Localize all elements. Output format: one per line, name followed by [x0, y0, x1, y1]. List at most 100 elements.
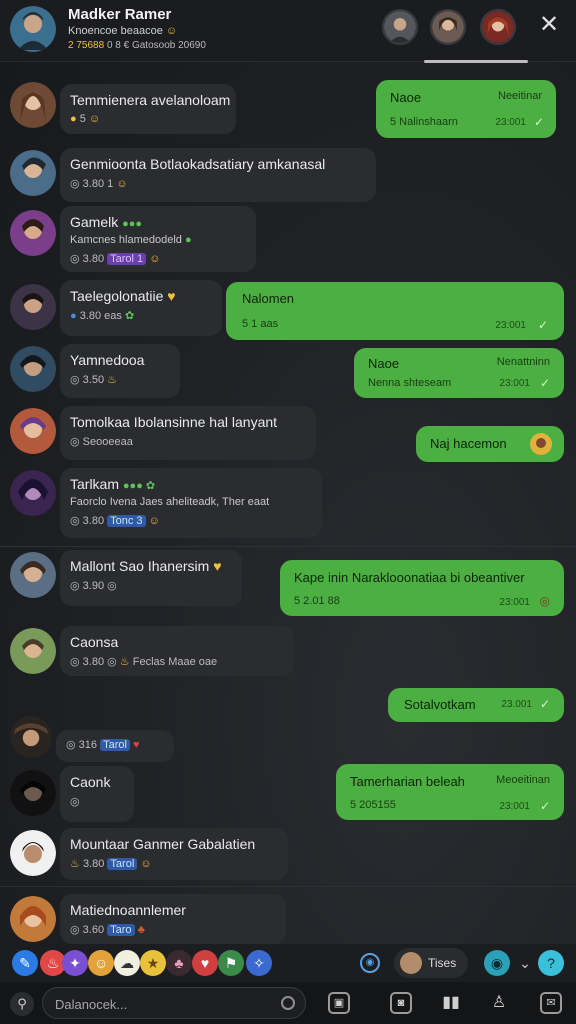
avatar[interactable] [10, 896, 56, 942]
avatar[interactable] [10, 284, 56, 330]
participant-avatar[interactable] [382, 9, 418, 45]
user-pill-label: Tises [428, 956, 457, 970]
chat-subtitle: Knoencoe beaacoe ☺ [68, 25, 178, 37]
message-bubble[interactable]: Caonk ◎ [60, 766, 134, 822]
message-bubble[interactable]: Taelegolonatiie ♥ ● 3.80 eas ✿ [60, 280, 222, 336]
message-meta: ◎ 3.50 ♨ [70, 374, 118, 386]
message-time: 23:001 [499, 597, 530, 608]
avatar[interactable] [10, 770, 56, 816]
emoji-toggle-icon[interactable] [281, 996, 295, 1010]
outgoing-message-bubble[interactable]: Nalomen 5 1 aas 23:001 ✓ [226, 282, 564, 340]
character-icon[interactable]: ♣ [166, 950, 192, 976]
avatar[interactable] [10, 150, 56, 196]
sender-name: Neeitinar [497, 90, 542, 102]
smile-icon[interactable]: ☺ [88, 950, 114, 976]
message-meta: ♨ 3.80 Tarol ☺ [70, 858, 152, 870]
active-tab-indicator [424, 60, 528, 63]
group-avatar[interactable] [10, 6, 56, 52]
avatar[interactable] [10, 830, 56, 876]
message-bubble[interactable]: Tarlkam ●●● ✿ Faorclo Ivena Jaes ahelite… [60, 468, 322, 538]
camera-icon[interactable]: ◉ [360, 953, 380, 973]
sparkle-icon[interactable]: ✧ [246, 950, 272, 976]
cloud-icon[interactable]: ☁ [114, 950, 140, 976]
flag-icon[interactable]: ⚑ [218, 950, 244, 976]
badge-icon[interactable]: ✦ [62, 950, 88, 976]
message-text: Tomolkaa Ibolansinne hal lanyant [70, 414, 278, 430]
help-icon[interactable]: ? [538, 950, 564, 976]
message-bubble[interactable]: Caonsa ◎ 3.80 ◎ ♨ Feclas Maae oae [60, 626, 294, 676]
outgoing-message-bubble[interactable]: Naoe Neeitinar 5 Nalinshaarn 23:001 ✓ [376, 80, 556, 138]
message-text: Temmienera avelanoloam [70, 92, 231, 108]
outgoing-message-bubble[interactable]: Sotalvotkam 23.001 ✓ [388, 688, 564, 722]
sticker-icon[interactable]: ◙ [390, 992, 412, 1014]
message-text: Gamelk ●●● [70, 214, 143, 230]
message-meta: ◎ 3.80 Tarol 1 ☺ [70, 253, 161, 265]
profile-icon[interactable]: ♙ [488, 992, 510, 1014]
chat-header: Madker Ramer Knoencoe beaacoe ☺ 2 75688 … [0, 0, 576, 63]
close-button[interactable]: ✕ [536, 12, 562, 38]
message-input-wrapper [42, 987, 306, 1019]
heart-icon[interactable]: ♥ [192, 950, 218, 976]
message-text: Yamnedooa [70, 352, 145, 368]
outgoing-message-bubble[interactable]: Naoe Nenattninn Nenna shteseam 23:001 ✓ [354, 348, 564, 398]
message-bubble[interactable]: Matiednoannlemer ◎ 3.60 Taro ♣ [60, 894, 286, 944]
message-text: Naoe [390, 90, 422, 105]
message-time: 23:001 [499, 801, 530, 812]
message-bubble[interactable]: Tomolkaa Ibolansinne hal lanyant ◎ Seooe… [60, 406, 316, 460]
message-text: Naj hacemon [430, 436, 507, 451]
message-bubble[interactable]: Temmienera avelanoloam ● 5 ☺ [60, 84, 236, 134]
outgoing-message-bubble[interactable]: Naj hacemon [416, 426, 564, 462]
avatar[interactable] [10, 346, 56, 392]
message-text: Tarlkam ●●● ✿ [70, 476, 156, 492]
message-text: Kape inin Naraklooonatiaa bi obeantiver [294, 570, 525, 585]
emoji-toolbar: ✎ ♨ ✦ ☺ ☁ ★ ♣ ♥ ⚑ ✧ ◉ Tises ◉ ⌄ ? [0, 944, 576, 982]
avatar[interactable] [10, 210, 56, 256]
avatar[interactable] [10, 470, 56, 516]
image-icon[interactable]: ▣ [328, 992, 350, 1014]
message-meta: ◎ 3.80 1 ☺ [70, 178, 128, 190]
message-detail: 5 205155 [350, 799, 396, 811]
message-meta: ● 5 ☺ [70, 113, 101, 125]
participant-avatar[interactable] [480, 9, 516, 45]
avatar[interactable] [10, 82, 56, 128]
message-bubble[interactable]: Mountaar Ganmer Gabalatien ♨ 3.80 Tarol … [60, 828, 288, 880]
attach-icon[interactable]: ⚲ [10, 992, 34, 1016]
message-detail: Kamcnes hlamedodeld ● [70, 234, 192, 246]
message-bubble[interactable]: ◎ 316 Tarol ♥ [56, 730, 174, 762]
message-time: 23:001 [499, 378, 530, 389]
message-text: Caonsa [70, 634, 119, 650]
chat-title: Madker Ramer [68, 6, 172, 23]
participant-avatar[interactable] [430, 9, 466, 45]
record-icon[interactable]: ◉ [484, 950, 510, 976]
mail-icon[interactable]: ✉ [540, 992, 562, 1014]
divider [0, 546, 576, 547]
read-check-icon: ✓ [539, 799, 550, 813]
avatar[interactable] [10, 552, 56, 598]
user-avatar [400, 952, 422, 974]
avatar[interactable] [10, 716, 52, 758]
files-icon[interactable]: ▮▮ [440, 992, 462, 1014]
message-meta: ◎ 3.80 Tonc 3 ☺ [70, 515, 160, 527]
avatar[interactable] [10, 628, 56, 674]
message-text: Matiednoannlemer [70, 902, 186, 918]
read-check-icon: ✓ [539, 376, 550, 390]
message-text: Nalomen [242, 291, 295, 306]
message-meta: ◎ [70, 796, 80, 808]
avatar[interactable] [10, 408, 56, 454]
message-bubble[interactable]: Yamnedooa ◎ 3.50 ♨ [60, 344, 180, 398]
message-meta: ◎ 3.80 ◎ ♨ Feclas Maae oae [70, 656, 218, 668]
message-time: 23.001 [501, 699, 532, 710]
star-icon[interactable]: ★ [140, 950, 166, 976]
message-bubble[interactable]: Genmioonta Botlaokadsatiary amkanasal ◎ … [60, 148, 376, 202]
outgoing-message-bubble[interactable]: Tamerharian beleah Meoeitinan 5 205155 2… [336, 764, 564, 820]
message-input[interactable] [55, 994, 275, 1014]
sender-name: Nenattninn [496, 356, 550, 368]
outgoing-message-bubble[interactable]: Kape inin Naraklooonatiaa bi obeantiver … [280, 560, 564, 616]
message-bubble[interactable]: Gamelk ●●● Kamcnes hlamedodeld ● ◎ 3.80 … [60, 206, 256, 272]
message-text: Tamerharian beleah [350, 774, 465, 789]
pen-icon[interactable]: ✎ [12, 950, 38, 976]
message-bubble[interactable]: Mallont Sao Ihanersim ♥ ◎ 3.90 ◎ [60, 550, 242, 606]
user-pill-button[interactable]: Tises [394, 948, 468, 978]
message-text: Mountaar Ganmer Gabalatien [70, 836, 256, 852]
chevron-down-icon[interactable]: ⌄ [512, 950, 538, 976]
